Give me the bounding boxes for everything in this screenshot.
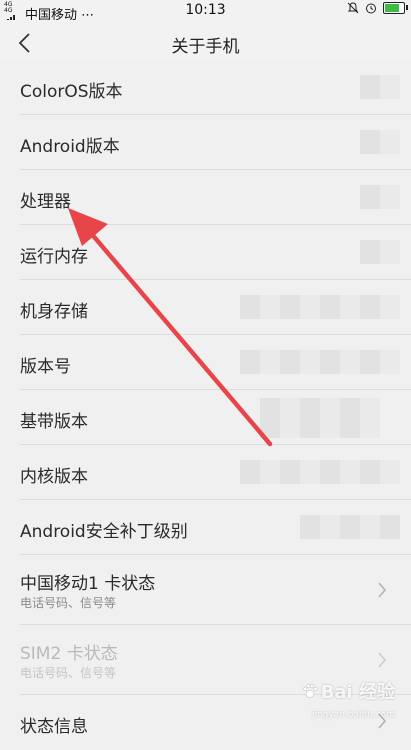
obscured-value — [360, 185, 400, 209]
watermark-text: Bai 经验 — [320, 682, 395, 703]
obscured-value — [360, 75, 400, 99]
list-item-security-patch[interactable]: Android安全补丁级别 — [0, 500, 411, 555]
obscured-value — [260, 398, 380, 438]
list-item-coloros-version[interactable]: ColorOS版本 — [0, 60, 411, 115]
list-item-label: Android安全补丁级别 — [20, 522, 188, 542]
list-item-label: ColorOS版本 — [20, 82, 123, 102]
obscured-value — [360, 240, 400, 264]
list-item-sublabel: 电话号码、信号等 — [20, 666, 117, 680]
page-title: 关于手机 — [171, 37, 240, 57]
settings-list: ColorOS版本 Android版本 处理器 运行内存 机身存储 版本号 基带… — [0, 60, 411, 750]
list-item-label: 运行内存 — [20, 247, 88, 267]
list-item-label: 状态信息 — [20, 717, 88, 737]
watermark: Bai 经验 — [301, 678, 395, 704]
list-item-label: 内核版本 — [20, 467, 88, 487]
list-item-build-number[interactable]: 版本号 — [0, 335, 411, 390]
list-item-label: 基带版本 — [20, 412, 88, 432]
status-bar: 4G 4G 中国移动 ⋯ 10:13 — [0, 0, 411, 24]
list-item-label: Android版本 — [20, 137, 120, 157]
list-item-kernel-version[interactable]: 内核版本 — [0, 445, 411, 500]
battery-charging-icon — [383, 2, 408, 14]
list-item-baseband-version[interactable]: 基带版本 — [0, 390, 411, 445]
list-item-android-version[interactable]: Android版本 — [0, 115, 411, 170]
bell-mute-icon — [347, 2, 359, 14]
obscured-value — [240, 460, 400, 484]
watermark-url: jingyan.baidu.com — [311, 710, 395, 720]
list-item-label: 机身存储 — [20, 302, 88, 322]
list-item-storage[interactable]: 机身存储 — [0, 280, 411, 335]
alarm-icon — [366, 3, 376, 14]
list-item-label: 版本号 — [20, 357, 71, 377]
list-item-sim1-status[interactable]: 中国移动1 卡状态 电话号码、信号等 — [0, 555, 411, 625]
list-item-label: SIM2 卡状态 — [20, 644, 118, 664]
obscured-value — [360, 130, 400, 154]
paw-icon — [302, 683, 318, 698]
list-item-label: 处理器 — [20, 192, 71, 212]
list-item-processor[interactable]: 处理器 — [0, 170, 411, 225]
list-item-label: 中国移动1 卡状态 — [20, 574, 156, 594]
list-item-sublabel: 电话号码、信号等 — [20, 596, 117, 610]
obscured-value — [240, 295, 400, 319]
status-right — [347, 2, 408, 14]
list-item-ram[interactable]: 运行内存 — [0, 225, 411, 280]
chevron-right-icon — [378, 582, 386, 598]
obscured-value — [300, 515, 400, 539]
obscured-value — [240, 350, 400, 374]
chevron-right-icon — [378, 652, 386, 668]
